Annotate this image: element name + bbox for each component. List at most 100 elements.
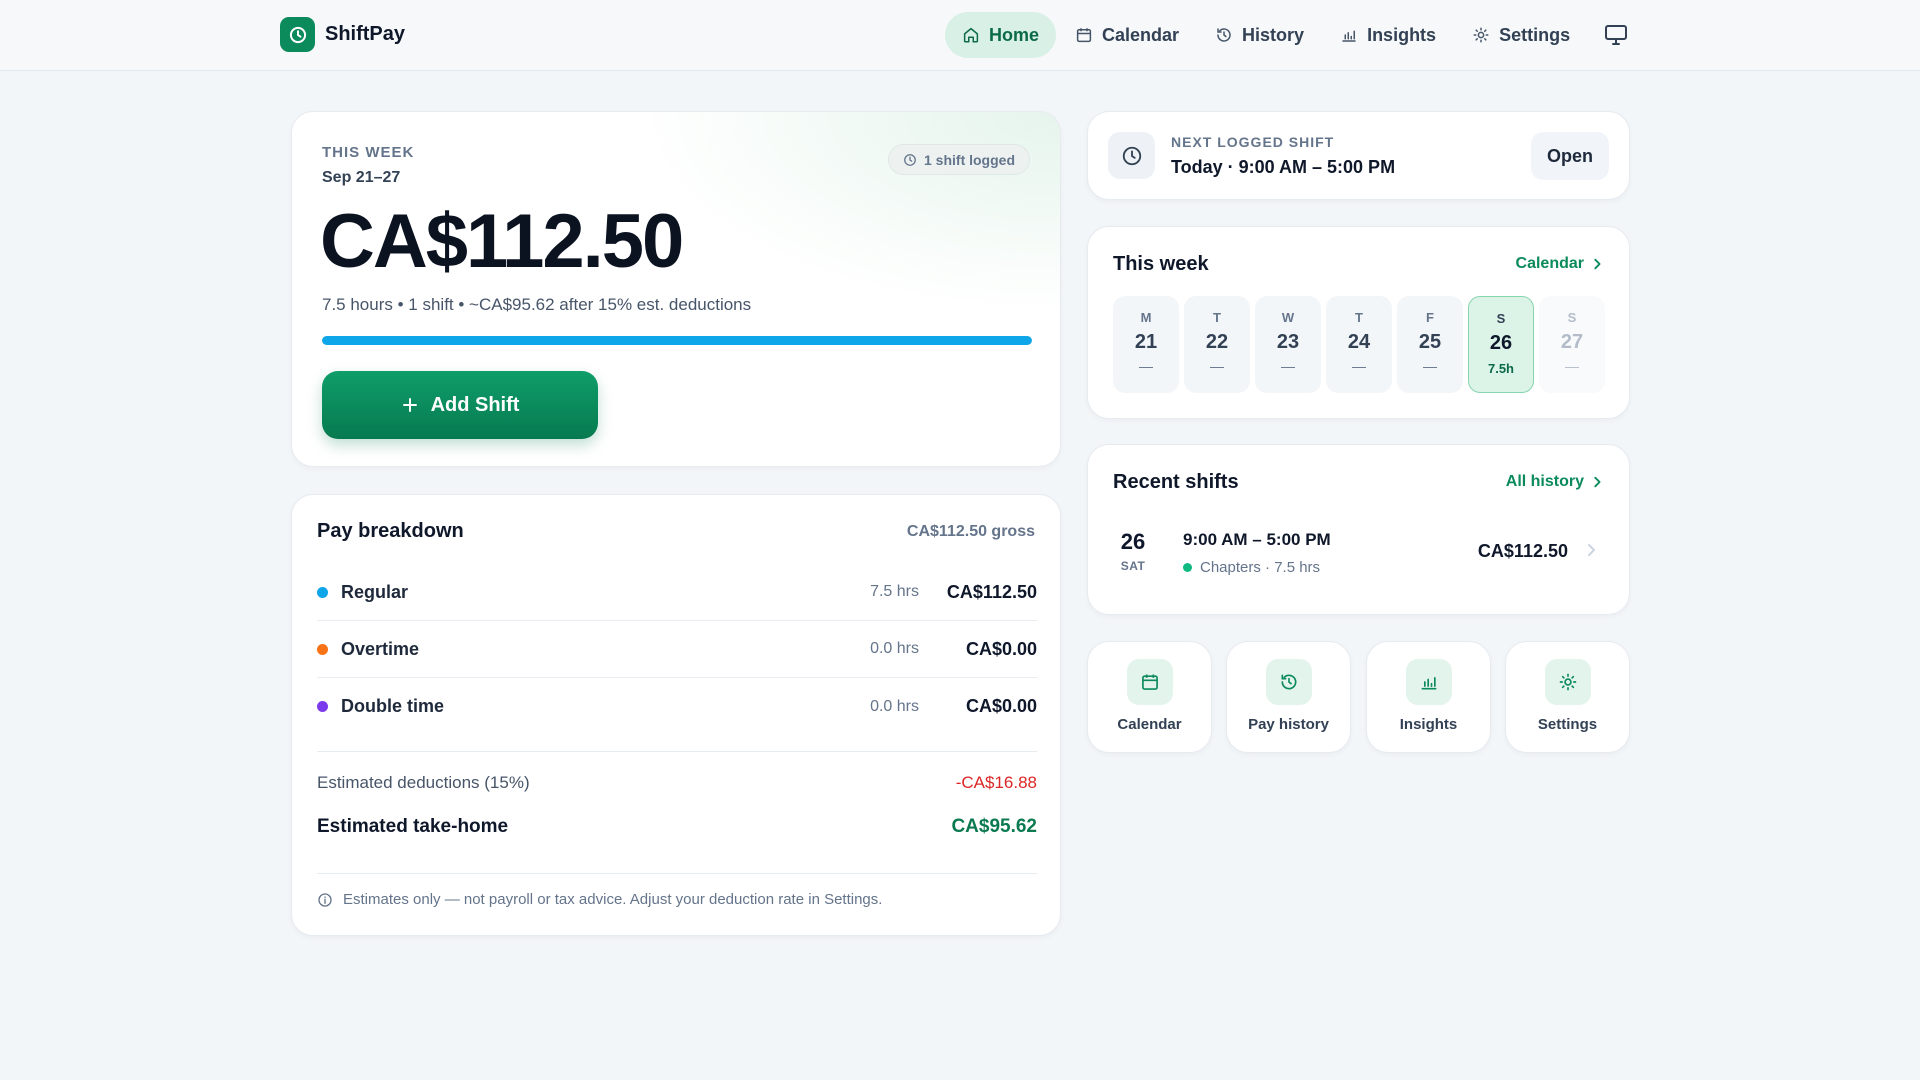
next-shift-time: Today · 9:00 AM – 5:00 PM: [1171, 157, 1396, 177]
nav-home-label: Home: [989, 24, 1040, 45]
day-number: 22: [1205, 331, 1229, 353]
breakdown-hours: 0.0 hrs: [870, 640, 919, 657]
day-number: 27: [1560, 331, 1584, 353]
breakdown-hours: 0.0 hrs: [870, 697, 919, 715]
divider: [317, 873, 1037, 874]
weekly-progress-fill: [322, 336, 1032, 345]
nav-history[interactable]: History: [1198, 12, 1321, 58]
calendar-icon: [1127, 659, 1173, 705]
quick-link-calendar[interactable]: Calendar: [1087, 641, 1212, 753]
nav-insights-label: Insights: [1367, 24, 1437, 45]
day-number: 21: [1134, 331, 1158, 353]
quick-link-pay-history[interactable]: Pay history: [1226, 641, 1351, 753]
status-dot: [1183, 563, 1192, 572]
day-hours: —: [1565, 358, 1579, 374]
nav-settings[interactable]: Settings: [1455, 12, 1587, 58]
quick-link-insights[interactable]: Insights: [1366, 641, 1491, 753]
day-cell[interactable]: S 26 7.5h: [1468, 296, 1534, 393]
nav-calendar-label: Calendar: [1102, 24, 1180, 45]
estimated-takehome-row: Estimated take-home CA$95.62: [317, 816, 1037, 838]
next-shift-eyebrow: NEXT LOGGED SHIFT: [1171, 134, 1335, 150]
nav-home[interactable]: Home: [945, 12, 1057, 58]
next-shift-card: NEXT LOGGED SHIFT Today · 9:00 AM – 5:00…: [1087, 111, 1630, 200]
shift-date: 26 SAT: [1113, 529, 1153, 573]
day-cell[interactable]: W 23 —: [1255, 296, 1321, 393]
disclaimer-note: Estimates only — not payroll or tax advi…: [317, 891, 882, 908]
day-letter: S: [1496, 311, 1506, 326]
bar-chart-icon: [1340, 26, 1358, 44]
breakdown-label: Overtime: [341, 638, 420, 659]
day-hours: —: [1352, 358, 1366, 374]
day-hours: 7.5h: [1487, 361, 1514, 376]
day-cell[interactable]: T 24 —: [1326, 296, 1392, 393]
overtime-dot: [317, 643, 328, 655]
shift-time-range: 9:00 AM – 5:00 PM: [1183, 530, 1331, 549]
day-letter: F: [1426, 310, 1434, 325]
calendar-link[interactable]: Calendar: [1516, 255, 1602, 273]
day-letter: S: [1567, 310, 1577, 325]
sun-gear-icon: [1545, 659, 1591, 705]
day-cell[interactable]: M 21 —: [1113, 296, 1179, 393]
shift-weekday: SAT: [1120, 559, 1146, 573]
day-hours: —: [1139, 358, 1153, 374]
bar-chart-icon: [1406, 659, 1452, 705]
nav-insights[interactable]: Insights: [1323, 12, 1453, 58]
clock-icon: [1108, 132, 1155, 179]
nav-settings-label: Settings: [1499, 24, 1571, 45]
day-letter: T: [1213, 310, 1221, 325]
brand[interactable]: ShiftPay: [280, 17, 405, 52]
day-letter: T: [1355, 310, 1363, 325]
pay-breakdown-card: Pay breakdown CA$112.50 gross Regular 7.…: [291, 494, 1061, 936]
sun-gear-icon: [1472, 26, 1490, 44]
clock-icon: [903, 153, 917, 167]
monitor-icon[interactable]: [1604, 24, 1628, 46]
all-history-label: All history: [1505, 473, 1584, 490]
day-cell[interactable]: T 22 —: [1184, 296, 1250, 393]
chevron-right-icon: [1592, 476, 1602, 488]
day-hours: —: [1210, 358, 1224, 374]
shift-amount: CA$112.50: [1477, 541, 1568, 561]
week-days: M 21 — T 22 — W 23 — T 24 — F 25 — S 26 7.5h S 27 —: [1113, 296, 1605, 393]
quick-link-label: Settings: [1537, 716, 1598, 733]
all-history-link[interactable]: All history: [1506, 473, 1602, 491]
shifts-logged-label: 1 shift logged: [924, 151, 1015, 168]
quick-link-label: Pay history: [1248, 716, 1329, 733]
chevron-right-icon: [1586, 543, 1596, 557]
deductions-label: Estimated deductions (15%): [317, 773, 530, 792]
nav-calendar[interactable]: Calendar: [1058, 12, 1196, 58]
breakdown-row-overtime: Overtime 0.0 hrs CA$0.00: [317, 621, 1037, 678]
history-icon: [1266, 659, 1312, 705]
pay-breakdown-title: Pay breakdown: [317, 520, 464, 542]
breakdown-amount: CA$0.00: [965, 696, 1037, 716]
quick-link-settings[interactable]: Settings: [1505, 641, 1630, 753]
day-cell[interactable]: S 27 —: [1539, 296, 1605, 393]
breakdown-label: Double time: [341, 696, 445, 716]
recent-shifts-title: Recent shifts: [1113, 471, 1239, 493]
weekly-summary: 7.5 hours • 1 shift • ~CA$95.62 after 15…: [322, 295, 752, 314]
clock-logo-icon: [280, 17, 315, 52]
breakdown-amount: CA$112.50: [946, 581, 1037, 602]
deductions-value: -CA$16.88: [955, 773, 1037, 792]
calendar-icon: [1075, 26, 1093, 44]
breakdown-amount: CA$0.00: [965, 638, 1037, 659]
recent-shift-row[interactable]: 26 SAT 9:00 AM – 5:00 PM Chapters · 7.5 …: [1113, 529, 1608, 589]
add-shift-button[interactable]: Add Shift: [322, 371, 598, 439]
chevron-right-icon: [1592, 258, 1602, 270]
disclaimer-text: Estimates only — not payroll or tax advi…: [343, 891, 883, 908]
weekly-progress-bar: [322, 336, 1032, 345]
day-letter: M: [1140, 310, 1152, 325]
plus-icon: [401, 396, 419, 414]
day-cell[interactable]: F 25 —: [1397, 296, 1463, 393]
breakdown-hours: 7.5 hrs: [870, 583, 919, 600]
shift-day-number: 26: [1120, 529, 1146, 554]
divider: [317, 751, 1037, 752]
estimated-deductions-row: Estimated deductions (15%) -CA$16.88: [317, 773, 1037, 793]
quick-link-label: Calendar: [1117, 716, 1182, 733]
breakdown-label: Regular: [341, 581, 409, 602]
this-week-title: This week: [1113, 253, 1209, 275]
breakdown-row-regular: Regular 7.5 hrs CA$112.50: [317, 564, 1037, 621]
top-navigation-bar: ShiftPay Home Calendar History Insights: [0, 0, 1920, 71]
day-number: 25: [1418, 331, 1442, 353]
open-shift-button[interactable]: Open: [1531, 132, 1609, 180]
weekly-earnings-card: THIS WEEK Sep 21–27 1 shift logged CA$11…: [291, 111, 1061, 467]
